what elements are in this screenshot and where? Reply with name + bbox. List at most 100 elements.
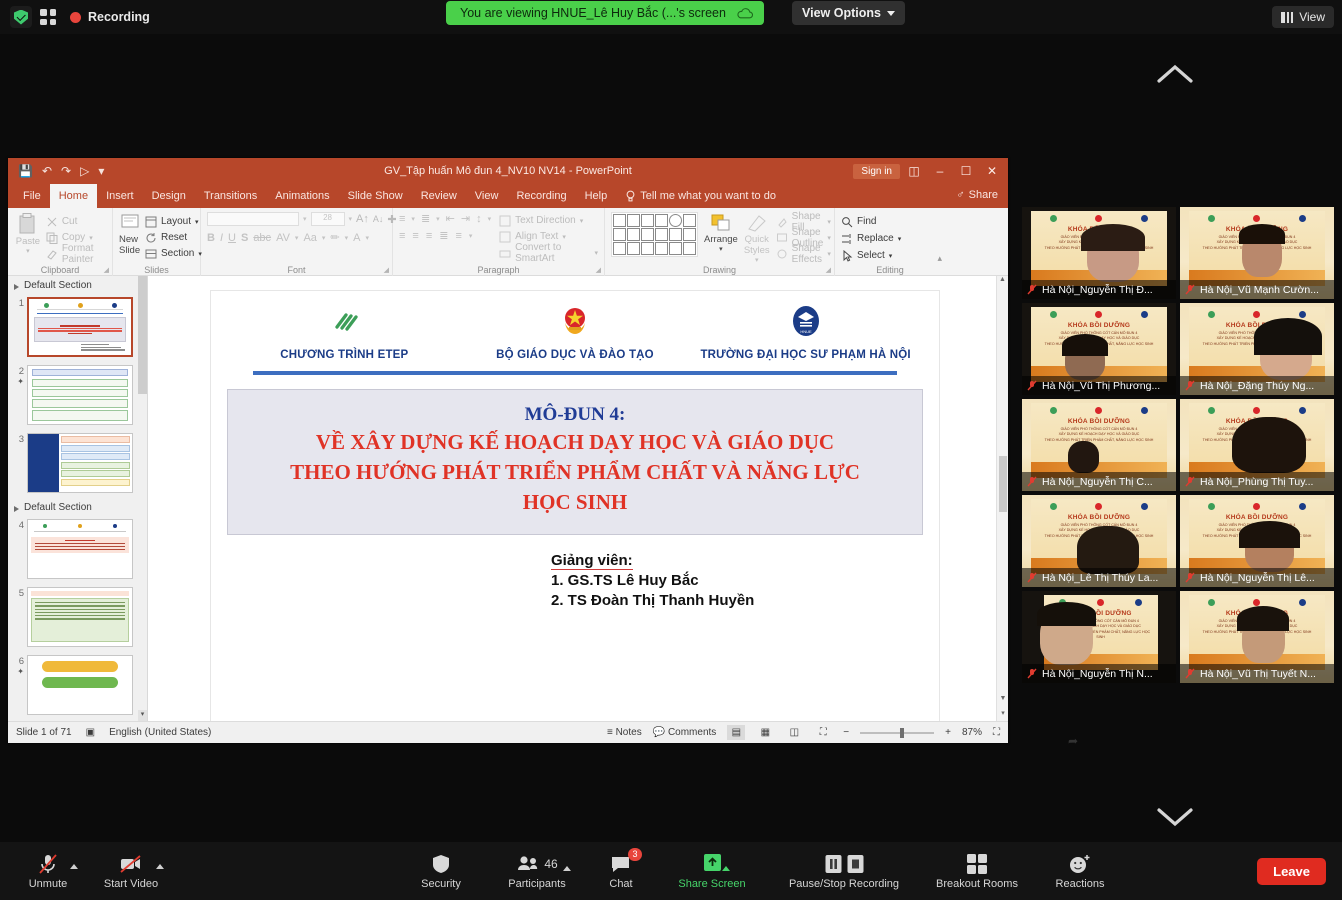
tab-slide-show[interactable]: Slide Show <box>339 184 412 208</box>
slide-counter[interactable]: Slide 1 of 71 <box>16 727 72 738</box>
reset-button[interactable]: Reset <box>145 230 202 245</box>
section-button[interactable]: Section ▾ <box>145 246 202 261</box>
participant-tile[interactable]: KHÓA BỒI DƯỠNGGIÁO VIÊN PHỔ THÔNG CỐT CÁ… <box>1022 399 1176 491</box>
notes-button[interactable]: ≡ Notes <box>607 727 642 738</box>
increase-font-size-icon[interactable]: A↑ <box>356 213 369 225</box>
align-right-icon[interactable]: ≡ <box>426 230 432 242</box>
slideshow-view-button[interactable]: ⛶ <box>814 725 832 740</box>
decrease-font-size-icon[interactable]: A↓ <box>373 214 384 224</box>
find-button[interactable]: Find <box>841 214 901 229</box>
tab-transitions[interactable]: Transitions <box>195 184 266 208</box>
thumbnail-image[interactable] <box>27 433 133 493</box>
tab-insert[interactable]: Insert <box>97 184 143 208</box>
slide-vertical-scrollbar[interactable]: ▲ ▼ ▾ <box>996 276 1008 721</box>
character-spacing-icon[interactable]: AV <box>276 232 290 244</box>
arrange-label[interactable]: Arrange <box>704 234 738 245</box>
tell-me-search[interactable]: Tell me what you want to do <box>616 184 776 208</box>
leave-meeting-button[interactable]: Leave <box>1257 858 1326 885</box>
zoom-out-button[interactable]: − <box>843 727 849 738</box>
video-options-chevron-icon[interactable] <box>156 864 164 869</box>
thumbnail-image[interactable] <box>27 587 133 647</box>
ribbon-display-options-icon[interactable]: ◫ <box>902 160 926 182</box>
participant-tile[interactable]: KHÓA BỒI DƯỠNGGIÁO VIÊN PHỔ THÔNG CỐT CÁ… <box>1022 591 1176 683</box>
restore-button[interactable]: ☐ <box>954 160 978 182</box>
tab-help[interactable]: Help <box>576 184 617 208</box>
select-button[interactable]: Select ▾ <box>841 248 901 263</box>
thumbnail-item-5[interactable]: 5 <box>8 584 147 652</box>
next-slide-icon[interactable]: ▾ <box>997 709 1009 721</box>
tab-recording[interactable]: Recording <box>507 184 575 208</box>
tab-design[interactable]: Design <box>143 184 195 208</box>
font-name-input[interactable] <box>207 212 299 226</box>
comments-button[interactable]: 💬 Comments <box>653 727 717 738</box>
format-painter-button[interactable]: Format Painter <box>46 243 106 265</box>
slide-canvas-area[interactable]: CHƯƠNG TRÌNH ETEP BỘ GIÁO DỤC VÀ ĐÀO TẠO <box>148 276 1078 748</box>
text-highlight-icon[interactable]: ✏ <box>330 231 339 244</box>
participant-tile[interactable]: KHÓA BỒI DƯỠNGGIÁO VIÊN PHỔ THÔNG CỐT CÁ… <box>1022 495 1176 587</box>
audio-options-chevron-icon[interactable] <box>70 864 78 869</box>
slide-thumbnail-pane[interactable]: Default Section 1 2 ✦ 3 Default Section … <box>8 276 148 721</box>
language-indicator[interactable]: English (United States) <box>109 727 211 738</box>
numbering-icon[interactable]: ≣ <box>421 212 430 225</box>
scroll-down-icon[interactable]: ▾ <box>138 710 147 721</box>
tab-review[interactable]: Review <box>412 184 466 208</box>
zoom-slider-handle[interactable] <box>900 727 905 738</box>
bold-icon[interactable]: B <box>207 232 215 244</box>
cut-button[interactable]: Cut <box>46 214 106 229</box>
justify-icon[interactable]: ≣ <box>439 229 448 242</box>
scrollbar-thumb[interactable] <box>138 276 147 394</box>
thumbnail-image[interactable] <box>27 365 133 425</box>
quick-styles-label[interactable]: Quick Styles <box>744 234 770 256</box>
participant-tile[interactable]: KHÓA BỒI DƯỠNGGIÁO VIÊN PHỔ THÔNG CỐT CÁ… <box>1180 399 1334 491</box>
participants-options-chevron-icon[interactable] <box>563 866 571 871</box>
minimize-button[interactable]: – <box>928 160 952 182</box>
fit-slide-to-window-icon[interactable]: ⛶ <box>993 727 1000 738</box>
recording-indicator[interactable]: Recording <box>70 10 150 24</box>
normal-view-button[interactable]: ▤ <box>727 725 746 740</box>
convert-to-smartart-button[interactable]: Convert to SmartArt ▾ <box>499 242 598 264</box>
font-color-icon[interactable]: A <box>353 232 360 244</box>
new-slide-button[interactable]: New Slide <box>119 212 141 256</box>
scroll-down-icon[interactable]: ▼ <box>997 695 1009 707</box>
sign-in-button[interactable]: Sign in <box>853 163 900 179</box>
shapes-gallery[interactable] <box>611 212 698 257</box>
drawing-dialog-launcher[interactable]: ◢ <box>826 266 831 274</box>
italic-icon[interactable]: I <box>220 232 223 244</box>
paste-button[interactable]: Paste ▾ <box>14 212 42 255</box>
underline-icon[interactable]: U <box>228 232 236 244</box>
thumbnail-item-2[interactable]: 2 ✦ <box>8 362 147 430</box>
scroll-up-icon[interactable]: ▲ <box>997 276 1008 288</box>
grid-view-icon[interactable] <box>40 9 56 25</box>
share-options-chevron-icon[interactable] <box>722 866 730 871</box>
scroll-participants-down-icon[interactable] <box>1155 805 1195 829</box>
tab-view[interactable]: View <box>466 184 508 208</box>
increase-indent-icon[interactable]: ⇥ <box>461 212 470 225</box>
tab-animations[interactable]: Animations <box>266 184 338 208</box>
security-button[interactable]: Security <box>410 842 472 900</box>
columns-icon[interactable]: ≡ <box>455 230 461 242</box>
slide-sorter-view-button[interactable]: ▦ <box>756 725 774 740</box>
share-button[interactable]: ♂ Share <box>956 189 998 201</box>
tab-home[interactable]: Home <box>49 184 98 208</box>
start-video-button[interactable]: Start Video <box>98 842 164 900</box>
reactions-button[interactable]: Reactions <box>1044 842 1116 900</box>
close-button[interactable]: ✕ <box>980 160 1004 182</box>
bullets-icon[interactable]: ≡ <box>399 213 405 225</box>
participant-tile[interactable]: KHÓA BỒI DƯỠNGGIÁO VIÊN PHỔ THÔNG CỐT CÁ… <box>1180 591 1334 683</box>
participant-tile[interactable]: KHÓA BỒI DƯỠNGGIÁO VIÊN PHỔ THÔNG CỐT CÁ… <box>1022 207 1176 299</box>
thumbnail-image[interactable] <box>27 519 133 579</box>
unmute-button[interactable]: Unmute <box>22 842 74 900</box>
participant-tile[interactable]: KHÓA BỒI DƯỠNGGIÁO VIÊN PHỔ THÔNG CỐT CÁ… <box>1022 303 1176 395</box>
view-layout-button[interactable]: View <box>1272 6 1334 28</box>
text-direction-button[interactable]: Text Direction ▾ <box>499 213 598 228</box>
paragraph-dialog-launcher[interactable]: ◢ <box>596 266 601 274</box>
align-center-icon[interactable]: ≡ <box>412 230 418 242</box>
change-case-icon[interactable]: Aa <box>303 232 316 244</box>
current-slide[interactable]: CHƯƠNG TRÌNH ETEP BỘ GIÁO DỤC VÀ ĐÀO TẠO <box>210 290 940 733</box>
slide-lecturer-block[interactable]: Giảng viên: 1. GS.TS Lê Huy Bắc 2. TS Đo… <box>551 551 939 612</box>
zoom-in-button[interactable]: + <box>945 727 951 738</box>
participants-button[interactable]: 46 Participants <box>500 842 574 900</box>
pause-stop-recording-button[interactable]: Pause/Stop Recording <box>778 842 910 900</box>
shield-check-icon[interactable] <box>10 6 32 28</box>
scrollbar-thumb[interactable] <box>999 456 1007 512</box>
